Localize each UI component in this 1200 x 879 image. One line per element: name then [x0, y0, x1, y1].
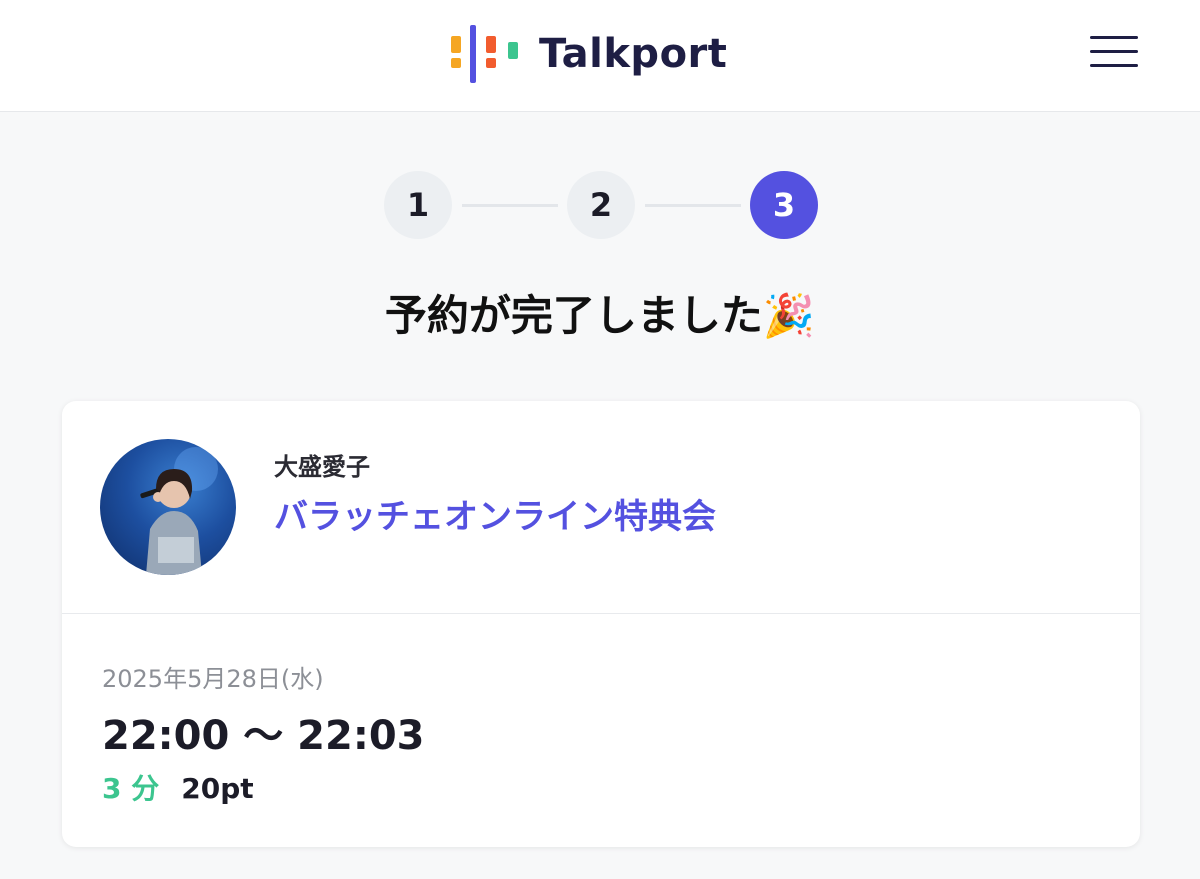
completion-title: 予約が完了しました🎉 — [384, 291, 816, 340]
step-2: 2 — [567, 171, 635, 239]
event-name-link[interactable]: バラッチェオンライン特典会 — [274, 489, 716, 538]
reservation-date: 2025年5月28日(水) — [102, 665, 324, 693]
duration-label: 3 分 — [102, 772, 160, 805]
step-connector — [462, 204, 558, 207]
top-header: Talkport — [0, 0, 1200, 112]
step-1: 1 — [384, 171, 452, 239]
reservation-card: 大盛愛子 バラッチェオンライン特典会 2025年5月28日(水) 22:00 〜… — [62, 401, 1140, 847]
reservation-time-range: 22:00 〜 22:03 — [102, 713, 425, 759]
talkport-logo-icon — [449, 22, 521, 86]
step-connector — [645, 204, 741, 207]
progress-stepper: 1 2 3 — [384, 171, 818, 239]
step-3: 3 — [750, 171, 818, 239]
points-label: 20pt — [181, 772, 254, 805]
brand-name: Talkport — [539, 31, 728, 77]
talkport-logo[interactable]: Talkport — [449, 22, 727, 86]
hamburger-menu-icon[interactable] — [1088, 34, 1140, 70]
reservation-meta: 3 分 20pt — [102, 767, 254, 807]
talent-name: 大盛愛子 — [274, 453, 370, 481]
avatar — [100, 439, 236, 575]
card-divider — [62, 613, 1140, 614]
